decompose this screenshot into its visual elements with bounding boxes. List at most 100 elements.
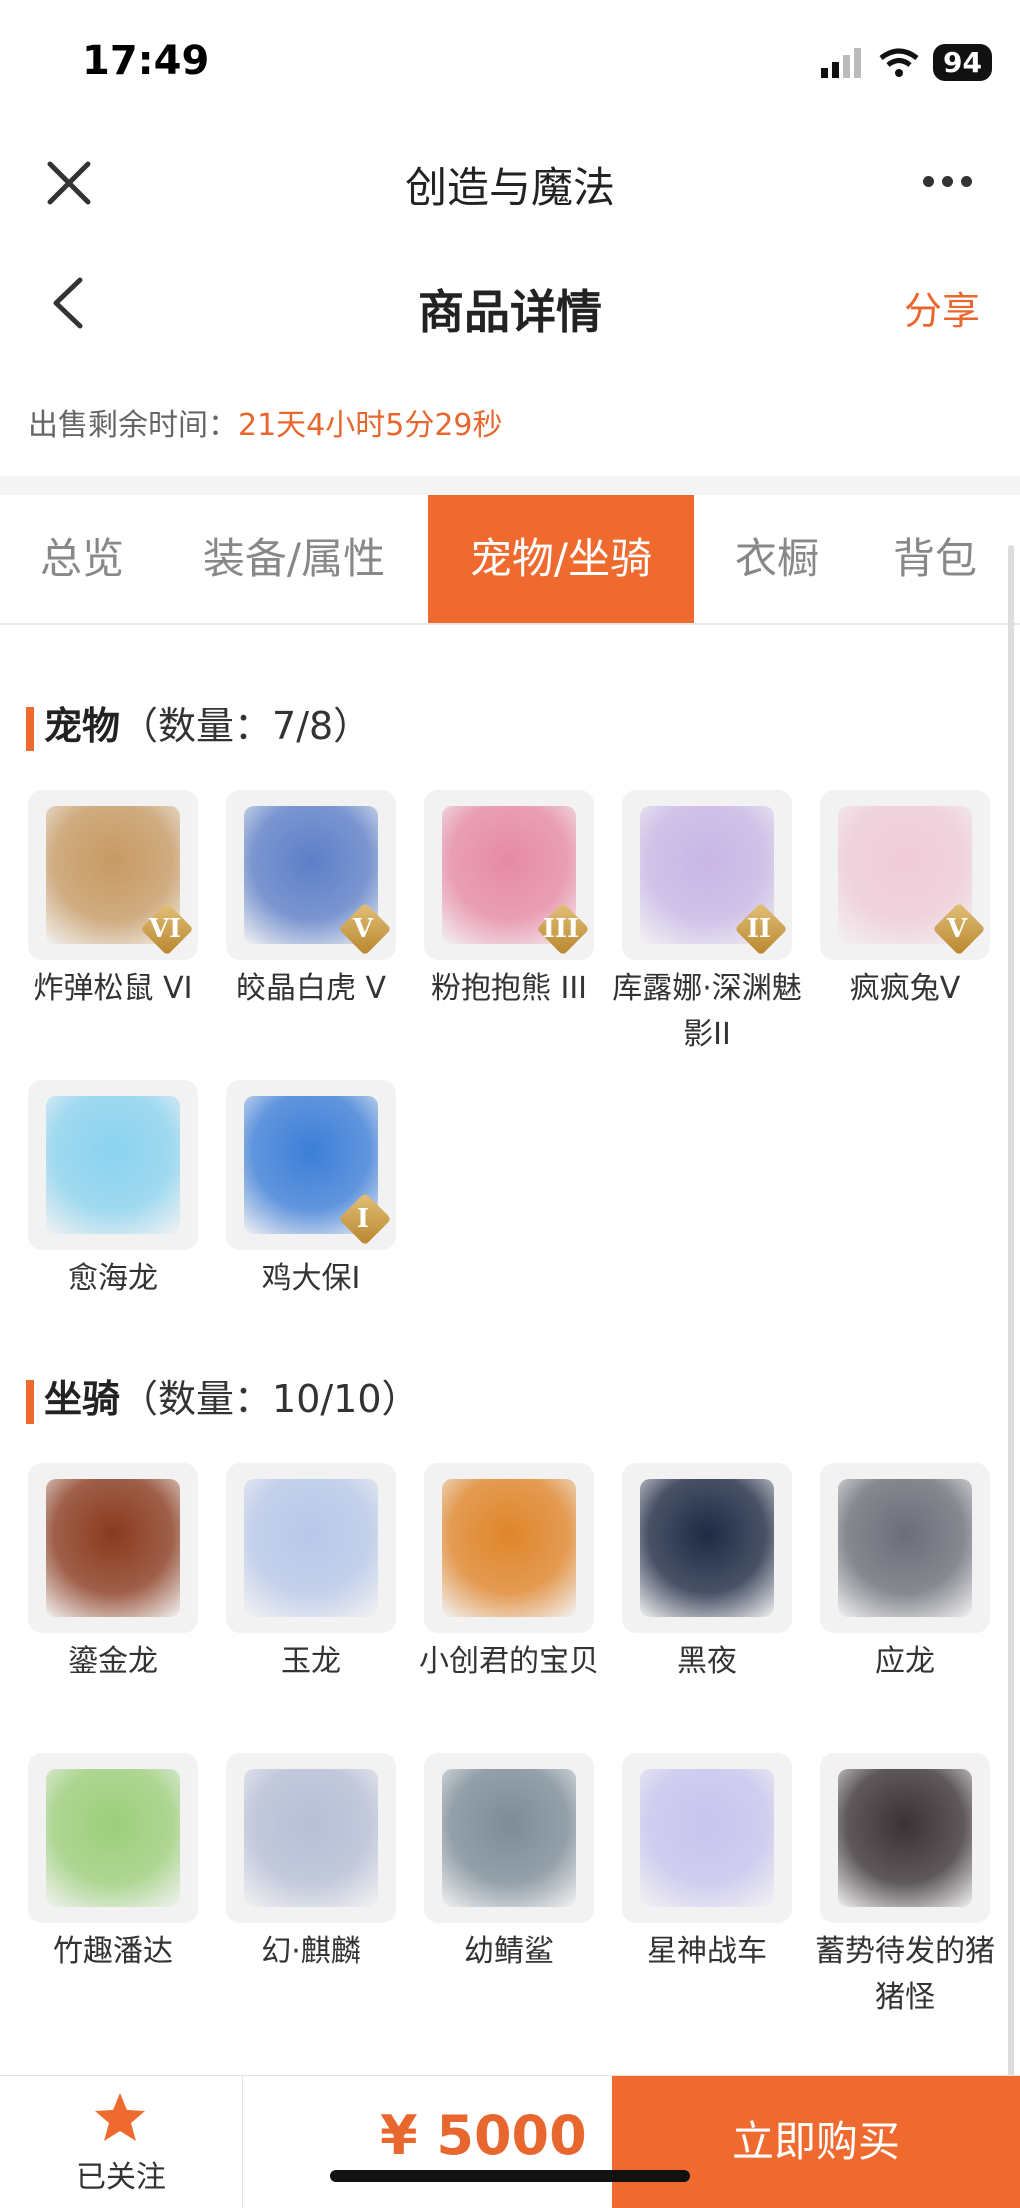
pets-count: （数量：7/8） xyxy=(120,704,372,748)
item-name: 鎏金龙 xyxy=(68,1644,158,1679)
item-thumbnail xyxy=(424,1463,594,1633)
item-name: 幼鲭鲨 xyxy=(464,1934,554,1969)
share-button[interactable]: 分享 xyxy=(904,280,980,335)
item-name: 竹趣潘达 xyxy=(53,1934,173,1969)
mounts-count: （数量：10/10） xyxy=(120,1377,420,1421)
item-image xyxy=(46,1769,180,1907)
item-thumbnail xyxy=(226,1753,396,1923)
item-name: 黑夜 xyxy=(677,1644,737,1679)
status-icons: 94 xyxy=(821,44,992,81)
pet-item[interactable]: II 库露娜·深渊魅影II xyxy=(608,790,806,1058)
item-image xyxy=(244,1479,378,1617)
follow-button[interactable]: 已关注 xyxy=(0,2076,243,2208)
tab-backpack[interactable]: 背包 xyxy=(870,495,1000,623)
item-name: 幻·麒麟 xyxy=(261,1934,361,1969)
item-thumbnail xyxy=(820,1753,990,1923)
mount-item[interactable]: 小创君的宝贝 xyxy=(410,1463,608,1685)
item-image xyxy=(838,1479,972,1617)
pets-mounts-panel: 宠物（数量：7/8） VI 炸弹松鼠 VI V 皎晶白虎 V III 粉抱抱熊 III II… xyxy=(0,625,1020,2075)
bottom-action-bar: 已关注 ¥ 5000 立即购买 xyxy=(0,2075,1020,2208)
pet-item[interactable]: III 粉抱抱熊 III xyxy=(410,790,608,1012)
item-thumbnail xyxy=(28,1463,198,1633)
follow-label: 已关注 xyxy=(76,2160,166,2195)
status-time: 17:49 xyxy=(82,38,210,84)
item-thumbnail xyxy=(820,1463,990,1633)
mount-item[interactable]: 蓄势待发的猪猪怪 xyxy=(806,1753,1004,2021)
timer-value: 21天4小时5分29秒 xyxy=(238,408,503,443)
item-image xyxy=(244,1769,378,1907)
item-name: 应龙 xyxy=(875,1644,935,1679)
item-name: 粉抱抱熊 III xyxy=(430,971,588,1006)
item-name: 皎晶白虎 V xyxy=(235,971,387,1006)
item-image xyxy=(442,1769,576,1907)
mount-item[interactable]: 幼鲭鲨 xyxy=(410,1753,608,1975)
item-name: 玉龙 xyxy=(281,1644,341,1679)
item-thumbnail xyxy=(226,1463,396,1633)
item-image xyxy=(46,1479,180,1617)
page-title: 商品详情 xyxy=(418,285,602,339)
scrollbar[interactable] xyxy=(1008,545,1014,2085)
mount-item[interactable]: 黑夜 xyxy=(608,1463,806,1685)
status-bar: 17:49 94 xyxy=(0,0,1020,130)
item-thumbnail xyxy=(622,1463,792,1633)
item-thumbnail: VI xyxy=(28,790,198,960)
item-image xyxy=(838,1769,972,1907)
item-name: 鸡大保I xyxy=(261,1261,361,1296)
rank-text: I xyxy=(356,1204,370,1234)
item-thumbnail: V xyxy=(820,790,990,960)
item-thumbnail xyxy=(28,1080,198,1250)
item-name: 星神战车 xyxy=(647,1934,767,1969)
item-name: 疯疯兔V xyxy=(849,971,961,1006)
pet-item[interactable]: 愈海龙 xyxy=(14,1080,212,1302)
item-name: 小创君的宝贝 xyxy=(419,1644,599,1679)
tab-pets-mounts[interactable]: 宠物/坐骑 xyxy=(428,495,694,623)
rank-text: III xyxy=(542,914,580,944)
item-thumbnail xyxy=(28,1753,198,1923)
item-image xyxy=(640,1479,774,1617)
app-bar: 创造与魔法 xyxy=(0,130,1020,239)
sale-timer: 出售剩余时间：21天4小时5分29秒 xyxy=(0,368,1020,476)
mount-item[interactable]: 玉龙 xyxy=(212,1463,410,1685)
star-icon xyxy=(95,2093,145,2141)
timer-label: 出售剩余时间： xyxy=(28,408,238,443)
pets-section-header: 宠物（数量：7/8） xyxy=(26,695,371,751)
nav-bar: 商品详情 分享 xyxy=(0,238,1020,368)
item-name: 愈海龙 xyxy=(68,1261,158,1296)
rank-text: VI xyxy=(148,914,182,944)
mount-item[interactable]: 星神战车 xyxy=(608,1753,806,1975)
rank-text: V xyxy=(352,914,374,944)
pet-item[interactable]: I 鸡大保I xyxy=(212,1080,410,1302)
item-image xyxy=(46,1096,180,1234)
pets-title: 宠物 xyxy=(44,704,121,748)
tab-equipment[interactable]: 装备/属性 xyxy=(184,495,404,623)
mounts-section-header: 坐骑（数量：10/10） xyxy=(26,1368,420,1424)
mount-item[interactable]: 应龙 xyxy=(806,1463,1004,1685)
mount-item[interactable]: 鎏金龙 xyxy=(14,1463,212,1685)
item-thumbnail: V xyxy=(226,790,396,960)
price: ¥ 5000 xyxy=(380,2104,587,2167)
rank-text: II xyxy=(746,914,772,944)
home-indicator xyxy=(330,2170,690,2182)
mounts-title: 坐骑 xyxy=(44,1377,121,1421)
tab-wardrobe[interactable]: 衣橱 xyxy=(712,495,842,623)
item-thumbnail xyxy=(424,1753,594,1923)
battery-indicator: 94 xyxy=(933,44,992,81)
pet-item[interactable]: VI 炸弹松鼠 VI xyxy=(14,790,212,1012)
pet-item[interactable]: V 疯疯兔V xyxy=(806,790,1004,1012)
tab-bar: 总览 装备/属性 宠物/坐骑 衣橱 背包 xyxy=(0,495,1020,625)
app-title: 创造与魔法 xyxy=(404,163,615,212)
pet-item[interactable]: V 皎晶白虎 V xyxy=(212,790,410,1012)
item-name: 库露娜·深渊魅影II xyxy=(612,971,802,1052)
tab-overview[interactable]: 总览 xyxy=(0,495,164,623)
mount-item[interactable]: 竹趣潘达 xyxy=(14,1753,212,1975)
item-image xyxy=(640,1769,774,1907)
item-thumbnail xyxy=(622,1753,792,1923)
item-thumbnail: II xyxy=(622,790,792,960)
item-name: 蓄势待发的猪猪怪 xyxy=(815,1934,995,2015)
item-thumbnail: III xyxy=(424,790,594,960)
item-thumbnail: I xyxy=(226,1080,396,1250)
buy-now-button[interactable]: 立即购买 xyxy=(612,2076,1020,2208)
item-name: 炸弹松鼠 VI xyxy=(33,971,193,1006)
more-options-icon[interactable] xyxy=(923,176,972,187)
mount-item[interactable]: 幻·麒麟 xyxy=(212,1753,410,1975)
